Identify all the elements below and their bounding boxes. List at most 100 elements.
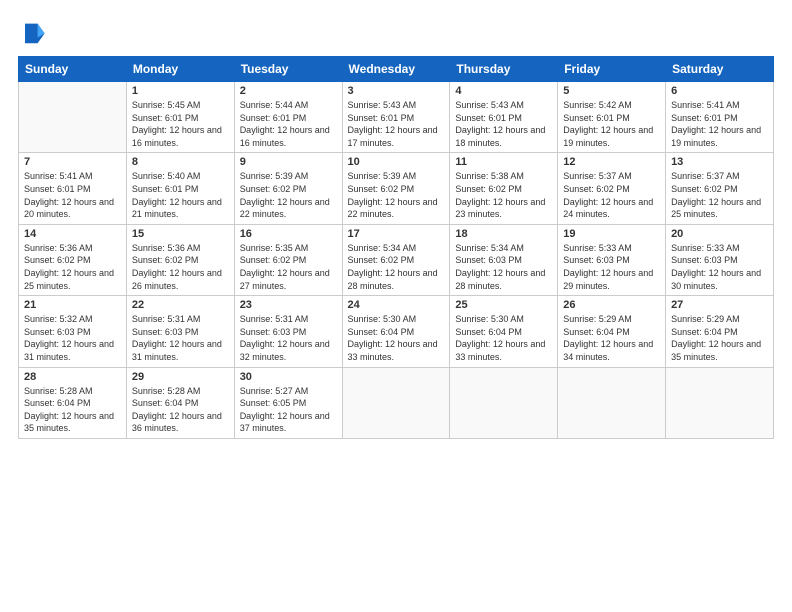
day-number: 9 — [240, 156, 337, 168]
day-number: 5 — [563, 85, 660, 97]
calendar-cell: 26 Sunrise: 5:29 AM Sunset: 6:04 PM Dayli… — [558, 296, 666, 367]
day-number: 18 — [455, 228, 552, 240]
calendar-cell: 9 Sunrise: 5:39 AM Sunset: 6:02 PM Daylig… — [234, 153, 342, 224]
day-number: 6 — [671, 85, 768, 97]
calendar-cell: 5 Sunrise: 5:42 AM Sunset: 6:01 PM Daylig… — [558, 82, 666, 153]
day-info: Sunrise: 5:31 AM Sunset: 6:03 PM Dayligh… — [132, 313, 229, 363]
day-number: 10 — [348, 156, 445, 168]
calendar-cell: 30 Sunrise: 5:27 AM Sunset: 6:05 PM Dayli… — [234, 367, 342, 438]
calendar-cell: 28Sunrise: 5:28 AM Sunset: 6:04 PM Dayli… — [19, 367, 127, 438]
calendar-cell: 14 Sunrise: 5:36 AM Sunset: 6:02 PM Dayli… — [19, 224, 127, 295]
calendar-week-row: 7 Sunrise: 5:41 AM Sunset: 6:01 PM Daylig… — [19, 153, 774, 224]
calendar-cell: 23 Sunrise: 5:31 AM Sunset: 6:03 PM Dayli… — [234, 296, 342, 367]
day-number: 28 — [24, 371, 121, 383]
day-info: Sunrise: 5:33 AM Sunset: 6:03 PM Dayligh… — [563, 242, 660, 292]
calendar-week-row: 21 Sunrise: 5:32 AM Sunset: 6:03 PM Dayli… — [19, 296, 774, 367]
day-number: 26 — [563, 299, 660, 311]
day-info: Sunrise: 5:37 AM Sunset: 6:02 PM Dayligh… — [671, 170, 768, 220]
day-info: Sunrise: 5:29 AM Sunset: 6:04 PM Dayligh… — [671, 313, 768, 363]
day-number: 23 — [240, 299, 337, 311]
calendar-cell: 1Sunrise: 5:45 AM Sunset: 6:01 PM Daylig… — [126, 82, 234, 153]
weekday-header-friday: Friday — [558, 57, 666, 82]
day-number: 27 — [671, 299, 768, 311]
day-info: Sunrise: 5:31 AM Sunset: 6:03 PM Dayligh… — [240, 313, 337, 363]
weekday-header-wednesday: Wednesday — [342, 57, 450, 82]
logo — [18, 18, 50, 46]
weekday-header-monday: Monday — [126, 57, 234, 82]
day-info: Sunrise: 5:35 AM Sunset: 6:02 PM Dayligh… — [240, 242, 337, 292]
weekday-header-thursday: Thursday — [450, 57, 558, 82]
calendar-cell — [342, 367, 450, 438]
calendar-cell: 25Sunrise: 5:30 AM Sunset: 6:04 PM Dayli… — [450, 296, 558, 367]
day-number: 1 — [132, 85, 229, 97]
calendar-table: SundayMondayTuesdayWednesdayThursdayFrid… — [18, 56, 774, 439]
calendar-cell: 29 Sunrise: 5:28 AM Sunset: 6:04 PM Dayli… — [126, 367, 234, 438]
calendar-cell: 7 Sunrise: 5:41 AM Sunset: 6:01 PM Daylig… — [19, 153, 127, 224]
day-info: Sunrise: 5:32 AM Sunset: 6:03 PM Dayligh… — [24, 313, 121, 363]
day-number: 2 — [240, 85, 337, 97]
weekday-header-saturday: Saturday — [666, 57, 774, 82]
calendar-cell: 16 Sunrise: 5:35 AM Sunset: 6:02 PM Dayli… — [234, 224, 342, 295]
day-info: Sunrise: 5:28 AM Sunset: 6:04 PM Dayligh… — [132, 385, 229, 435]
calendar-cell: 2 Sunrise: 5:44 AM Sunset: 6:01 PM Daylig… — [234, 82, 342, 153]
day-info: Sunrise: 5:39 AM Sunset: 6:02 PM Dayligh… — [240, 170, 337, 220]
calendar-cell: 20Sunrise: 5:33 AM Sunset: 6:03 PM Dayli… — [666, 224, 774, 295]
calendar-cell: 12 Sunrise: 5:37 AM Sunset: 6:02 PM Dayli… — [558, 153, 666, 224]
day-number: 21 — [24, 299, 121, 311]
calendar-cell: 15 Sunrise: 5:36 AM Sunset: 6:02 PM Dayli… — [126, 224, 234, 295]
calendar-cell: 24 Sunrise: 5:30 AM Sunset: 6:04 PM Dayli… — [342, 296, 450, 367]
calendar-cell: 10 Sunrise: 5:39 AM Sunset: 6:02 PM Dayli… — [342, 153, 450, 224]
day-info: Sunrise: 5:39 AM Sunset: 6:02 PM Dayligh… — [348, 170, 445, 220]
calendar-cell: 6 Sunrise: 5:41 AM Sunset: 6:01 PM Daylig… — [666, 82, 774, 153]
calendar-week-row: 14 Sunrise: 5:36 AM Sunset: 6:02 PM Dayli… — [19, 224, 774, 295]
day-number: 15 — [132, 228, 229, 240]
weekday-header-tuesday: Tuesday — [234, 57, 342, 82]
header — [18, 18, 774, 46]
day-info: Sunrise: 5:27 AM Sunset: 6:05 PM Dayligh… — [240, 385, 337, 435]
day-info: Sunrise: 5:41 AM Sunset: 6:01 PM Dayligh… — [24, 170, 121, 220]
day-info: Sunrise: 5:40 AM Sunset: 6:01 PM Dayligh… — [132, 170, 229, 220]
calendar-cell: 3 Sunrise: 5:43 AM Sunset: 6:01 PM Daylig… — [342, 82, 450, 153]
day-number: 16 — [240, 228, 337, 240]
calendar-cell: 21 Sunrise: 5:32 AM Sunset: 6:03 PM Dayli… — [19, 296, 127, 367]
calendar-cell: 19 Sunrise: 5:33 AM Sunset: 6:03 PM Dayli… — [558, 224, 666, 295]
day-number: 29 — [132, 371, 229, 383]
day-number: 13 — [671, 156, 768, 168]
calendar-cell: 17 Sunrise: 5:34 AM Sunset: 6:02 PM Dayli… — [342, 224, 450, 295]
calendar-week-row: 1Sunrise: 5:45 AM Sunset: 6:01 PM Daylig… — [19, 82, 774, 153]
calendar-cell — [666, 367, 774, 438]
day-info: Sunrise: 5:42 AM Sunset: 6:01 PM Dayligh… — [563, 99, 660, 149]
logo-icon — [18, 18, 46, 46]
day-number: 8 — [132, 156, 229, 168]
day-info: Sunrise: 5:34 AM Sunset: 6:02 PM Dayligh… — [348, 242, 445, 292]
weekday-header-sunday: Sunday — [19, 57, 127, 82]
day-number: 19 — [563, 228, 660, 240]
calendar-cell — [558, 367, 666, 438]
day-number: 12 — [563, 156, 660, 168]
day-number: 24 — [348, 299, 445, 311]
day-info: Sunrise: 5:37 AM Sunset: 6:02 PM Dayligh… — [563, 170, 660, 220]
day-number: 30 — [240, 371, 337, 383]
day-number: 22 — [132, 299, 229, 311]
day-number: 3 — [348, 85, 445, 97]
day-info: Sunrise: 5:38 AM Sunset: 6:02 PM Dayligh… — [455, 170, 552, 220]
day-number: 7 — [24, 156, 121, 168]
calendar-cell: 8 Sunrise: 5:40 AM Sunset: 6:01 PM Daylig… — [126, 153, 234, 224]
calendar-cell: 18Sunrise: 5:34 AM Sunset: 6:03 PM Dayli… — [450, 224, 558, 295]
day-info: Sunrise: 5:36 AM Sunset: 6:02 PM Dayligh… — [24, 242, 121, 292]
day-number: 17 — [348, 228, 445, 240]
calendar-cell: 22 Sunrise: 5:31 AM Sunset: 6:03 PM Dayli… — [126, 296, 234, 367]
day-info: Sunrise: 5:30 AM Sunset: 6:04 PM Dayligh… — [455, 313, 552, 363]
calendar-cell: 27 Sunrise: 5:29 AM Sunset: 6:04 PM Dayli… — [666, 296, 774, 367]
calendar-cell: 13 Sunrise: 5:37 AM Sunset: 6:02 PM Dayli… — [666, 153, 774, 224]
calendar-cell — [19, 82, 127, 153]
day-info: Sunrise: 5:44 AM Sunset: 6:01 PM Dayligh… — [240, 99, 337, 149]
day-info: Sunrise: 5:43 AM Sunset: 6:01 PM Dayligh… — [348, 99, 445, 149]
calendar-cell: 11Sunrise: 5:38 AM Sunset: 6:02 PM Dayli… — [450, 153, 558, 224]
day-info: Sunrise: 5:41 AM Sunset: 6:01 PM Dayligh… — [671, 99, 768, 149]
day-info: Sunrise: 5:36 AM Sunset: 6:02 PM Dayligh… — [132, 242, 229, 292]
day-number: 4 — [455, 85, 552, 97]
day-number: 14 — [24, 228, 121, 240]
day-info: Sunrise: 5:29 AM Sunset: 6:04 PM Dayligh… — [563, 313, 660, 363]
day-info: Sunrise: 5:30 AM Sunset: 6:04 PM Dayligh… — [348, 313, 445, 363]
